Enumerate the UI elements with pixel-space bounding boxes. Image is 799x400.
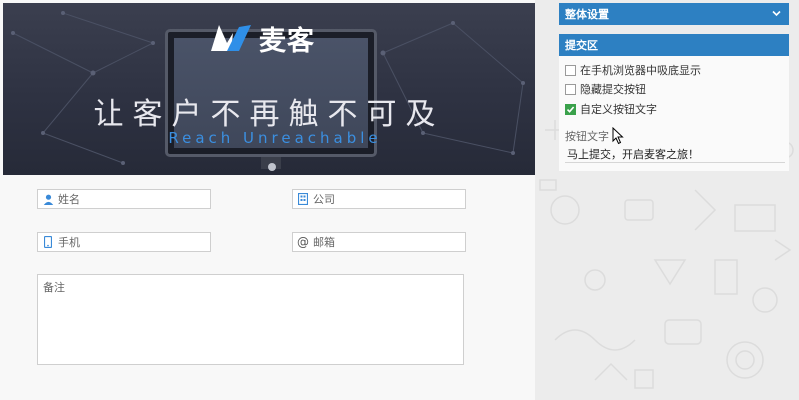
email-field[interactable]: @ 邮箱 <box>292 232 466 252</box>
submit-section-header[interactable]: 提交区 <box>559 34 789 56</box>
option-label: 隐藏提交按钮 <box>580 83 646 96</box>
option-label: 自定义按钮文字 <box>580 103 657 116</box>
button-text-input[interactable]: 马上提交，开启麦客之旅！ <box>565 145 785 163</box>
header-banner: 麦客 让客户不再触不可及 Reach Unreachable <box>3 3 535 175</box>
option-custom-button-text[interactable]: 自定义按钮文字 <box>565 101 657 117</box>
option-label: 在手机浏览器中吸底显示 <box>580 64 701 77</box>
company-field[interactable]: 公司 <box>292 189 466 209</box>
brand-logo: 麦客 <box>209 21 315 57</box>
checkbox-sticky-bottom[interactable] <box>565 64 576 76</box>
checkmark-icon <box>566 105 575 113</box>
submit-section-body: 在手机浏览器中吸底显示 隐藏提交按钮 自定义按钮文字 按钮文字 马上提交，开启麦… <box>559 56 789 171</box>
overall-settings-title: 整体设置 <box>565 8 609 21</box>
name-placeholder: 姓名 <box>58 193 80 206</box>
company-placeholder: 公司 <box>313 193 335 206</box>
overall-settings-header[interactable]: 整体设置 <box>559 3 789 25</box>
option-hide-submit-button[interactable]: 隐藏提交按钮 <box>565 81 646 97</box>
name-field[interactable]: 姓名 <box>37 189 211 209</box>
mouse-cursor-icon <box>612 127 624 145</box>
note-textarea[interactable]: 备注 <box>37 274 464 365</box>
email-placeholder: 邮箱 <box>313 236 335 249</box>
maike-logo-icon <box>211 25 251 51</box>
checkbox-hide-submit[interactable] <box>565 83 576 95</box>
brand-name: 麦客 <box>259 25 315 57</box>
form-area: 麦客 让客户不再触不可及 Reach Unreachable 姓名 公司 手机 … <box>0 0 535 400</box>
note-placeholder: 备注 <box>43 281 65 294</box>
apple-logo-icon <box>268 163 276 171</box>
mobile-phone-icon <box>42 236 54 248</box>
button-text-label: 按钮文字 <box>565 130 609 143</box>
submit-section-title: 提交区 <box>565 39 598 52</box>
slogan: 让客户不再触不可及 <box>93 97 445 132</box>
person-icon <box>42 193 54 205</box>
checkbox-custom-text[interactable] <box>565 103 576 115</box>
phone-field[interactable]: 手机 <box>37 232 211 252</box>
phone-placeholder: 手机 <box>58 236 80 249</box>
settings-panel: 整体设置 提交区 在手机浏览器中吸底显示 隐藏提交按钮 自定义按钮文字 按钮文字… <box>535 0 799 400</box>
at-sign-icon: @ <box>297 235 309 249</box>
slogan-english: Reach Unreachable <box>168 129 382 147</box>
option-sticky-bottom-mobile[interactable]: 在手机浏览器中吸底显示 <box>565 62 701 78</box>
chevron-down-icon[interactable] <box>771 8 782 19</box>
building-icon <box>297 193 309 205</box>
